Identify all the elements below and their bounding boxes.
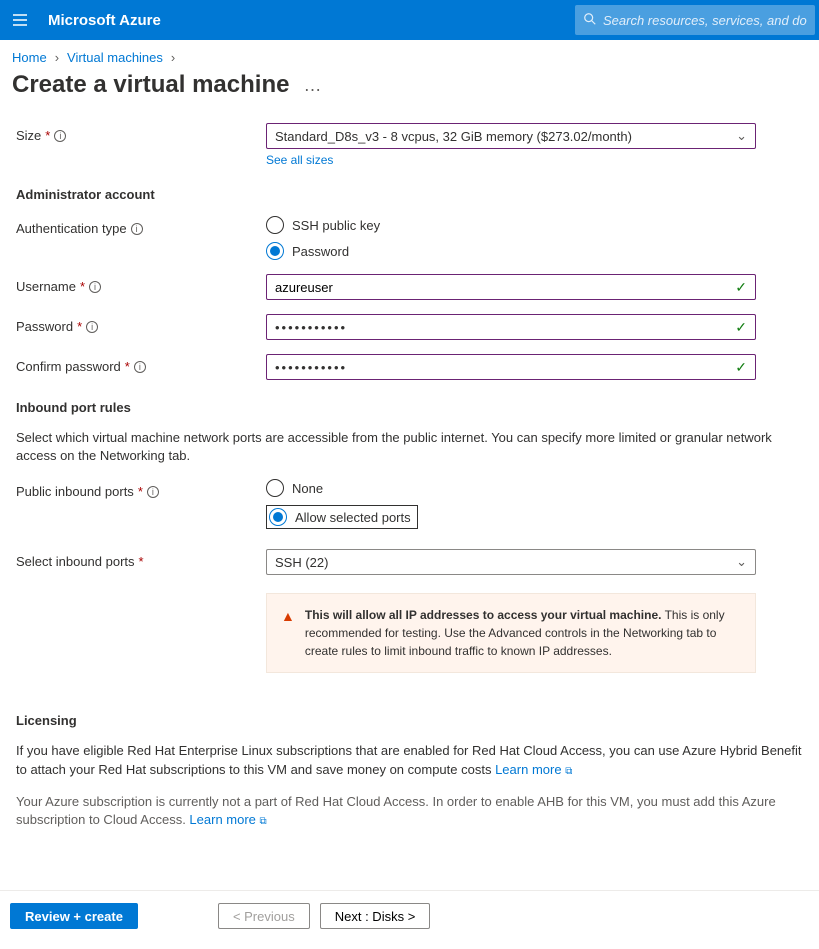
radio-icon [266, 216, 284, 234]
size-value: Standard_D8s_v3 - 8 vcpus, 32 GiB memory… [275, 129, 632, 144]
radio-icon [269, 508, 287, 526]
ports-section-desc: Select which virtual machine network por… [16, 429, 803, 465]
required-indicator: * [80, 279, 85, 294]
hamburger-menu-icon[interactable] [0, 12, 40, 28]
username-field[interactable] [275, 280, 735, 295]
external-link-icon: ⧉ [260, 816, 267, 827]
learn-more-link[interactable]: Learn more ⧉ [189, 812, 266, 827]
chevron-right-icon: › [171, 50, 175, 65]
ports-none-radio[interactable]: None [266, 479, 756, 497]
password-input[interactable]: ••••••••••• ✓ [266, 314, 756, 340]
admin-section-header: Administrator account [16, 187, 803, 202]
next-button[interactable]: Next : Disks > [320, 903, 431, 929]
public-ports-label: Public inbound ports [16, 484, 134, 499]
breadcrumb: Home › Virtual machines › [0, 40, 819, 69]
info-icon[interactable]: i [54, 130, 66, 142]
select-ports-value: SSH (22) [275, 555, 328, 570]
info-icon[interactable]: i [131, 223, 143, 235]
confirm-password-input[interactable]: ••••••••••• ✓ [266, 354, 756, 380]
warning-icon: ▲ [281, 606, 295, 660]
breadcrumb-virtual-machines[interactable]: Virtual machines [67, 50, 163, 65]
password-label: Password [16, 319, 73, 334]
chevron-down-icon: ⌄ [736, 554, 747, 570]
ports-allow-radio[interactable]: Allow selected ports [266, 505, 418, 529]
auth-ssh-radio[interactable]: SSH public key [266, 216, 756, 234]
ports-allow-label: Allow selected ports [295, 510, 411, 525]
ports-warning: ▲ This will allow all IP addresses to ac… [266, 593, 756, 673]
radio-icon [266, 479, 284, 497]
page-title: Create a virtual machine [12, 71, 289, 99]
chevron-down-icon: ⌄ [736, 128, 747, 144]
password-field[interactable]: ••••••••••• [275, 320, 347, 335]
auth-type-label: Authentication type [16, 221, 127, 236]
search-icon [583, 12, 597, 29]
licensing-desc-2: Your Azure subscription is currently not… [16, 793, 803, 829]
required-indicator: * [138, 484, 143, 499]
previous-button[interactable]: < Previous [218, 903, 310, 929]
size-label: Size [16, 128, 41, 143]
see-all-sizes-link[interactable]: See all sizes [266, 153, 333, 167]
ports-section-header: Inbound port rules [16, 400, 803, 415]
auth-ssh-label: SSH public key [292, 218, 380, 233]
ports-none-label: None [292, 481, 323, 496]
warning-strong: This will allow all IP addresses to acce… [305, 608, 662, 622]
breadcrumb-home[interactable]: Home [12, 50, 47, 65]
learn-more-link[interactable]: Learn more ⧉ [495, 762, 572, 777]
chevron-right-icon: › [55, 50, 59, 65]
username-input[interactable]: ✓ [266, 274, 756, 300]
required-indicator: * [139, 554, 144, 569]
licensing-section-header: Licensing [16, 713, 803, 728]
info-icon[interactable]: i [89, 281, 101, 293]
wizard-footer: Review + create < Previous Next : Disks … [0, 890, 819, 941]
auth-password-label: Password [292, 244, 349, 259]
review-create-button[interactable]: Review + create [10, 903, 138, 929]
more-actions-icon[interactable]: … [303, 75, 322, 96]
global-search[interactable] [575, 5, 815, 35]
username-label: Username [16, 279, 76, 294]
checkmark-icon: ✓ [735, 359, 747, 376]
info-icon[interactable]: i [86, 321, 98, 333]
info-icon[interactable]: i [147, 486, 159, 498]
size-dropdown[interactable]: Standard_D8s_v3 - 8 vcpus, 32 GiB memory… [266, 123, 756, 149]
licensing-desc-1: If you have eligible Red Hat Enterprise … [16, 742, 803, 778]
checkmark-icon: ✓ [735, 319, 747, 336]
info-icon[interactable]: i [134, 361, 146, 373]
confirm-password-field[interactable]: ••••••••••• [275, 360, 347, 375]
checkmark-icon: ✓ [735, 279, 747, 296]
search-input[interactable] [603, 13, 807, 28]
required-indicator: * [45, 128, 50, 143]
external-link-icon: ⧉ [565, 766, 572, 777]
brand-label: Microsoft Azure [40, 12, 161, 29]
required-indicator: * [125, 359, 130, 374]
select-ports-dropdown[interactable]: SSH (22) ⌄ [266, 549, 756, 575]
required-indicator: * [77, 319, 82, 334]
confirm-password-label: Confirm password [16, 359, 121, 374]
select-ports-label: Select inbound ports [16, 554, 135, 569]
auth-password-radio[interactable]: Password [266, 242, 756, 260]
radio-icon [266, 242, 284, 260]
